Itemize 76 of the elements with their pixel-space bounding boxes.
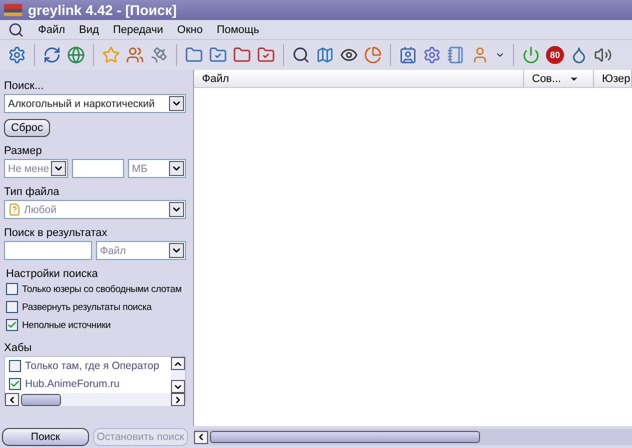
dropdown-button[interactable] [169,161,184,176]
folder-check-icon[interactable] [257,46,275,64]
gear-icon[interactable] [423,46,441,64]
satellite-icon[interactable] [150,46,168,64]
scroll-thumb[interactable] [21,394,61,406]
hubs-label: Хабы [4,342,33,354]
column-header[interactable]: Сов... [524,70,594,87]
limit-badge[interactable]: 80 [546,46,564,64]
menu-item[interactable]: Передачи [112,24,164,36]
globe-icon[interactable] [67,46,85,64]
refresh-icon[interactable] [43,46,61,64]
chevron-right-icon [173,394,183,404]
size-mode-combo[interactable]: Не мене [4,159,68,178]
search-icon[interactable] [292,46,310,64]
scroll-up-button[interactable] [171,357,185,370]
check-icon [10,379,20,389]
search-icon[interactable] [8,22,24,38]
checkbox-label: Неполные источники [22,320,111,330]
results-search-label: Поиск в результатах [4,227,108,239]
search-combo[interactable]: Алкогольный и наркотический [4,94,186,113]
menu-item[interactable]: Окно [177,24,203,36]
eye-icon[interactable] [340,46,358,64]
scroll-right-button[interactable] [171,393,185,406]
checkbox[interactable] [6,301,18,313]
scroll-thumb[interactable] [210,431,480,443]
droplet-icon[interactable] [570,46,588,64]
chevron-left-icon [7,394,17,404]
speaker-icon[interactable] [594,46,612,64]
app-logo-icon [4,4,22,16]
size-input-field[interactable] [72,159,124,178]
checkbox[interactable] [9,360,21,372]
menu-item[interactable]: Файл [38,24,66,36]
check-icon [7,320,17,330]
checkbox-label: Развернуть результаты поиска [22,302,152,312]
contact-card-icon[interactable] [399,46,417,64]
star-icon[interactable] [102,46,120,64]
options-label: Настройки поиска [6,268,99,280]
notebook-icon[interactable] [447,46,465,64]
folder-check-icon[interactable] [209,46,227,64]
checkbox[interactable] [6,283,18,295]
reset-button[interactable]: Сброс [4,119,50,137]
dropdown-button[interactable] [169,96,184,111]
size-unit-combo[interactable]: МБ [128,159,186,178]
file-type-label: Тип файла [4,186,60,198]
search-label: Поиск... [4,80,45,92]
map-icon[interactable] [316,46,334,64]
size-label: Размер [4,145,43,157]
scroll-down-button[interactable] [171,380,185,393]
field-combo[interactable]: Файл [96,241,186,260]
scroll-left-button[interactable] [5,393,19,406]
checkbox-label: Только юзеры со свободными слотам [22,284,182,294]
users-icon[interactable] [126,46,144,64]
file-question-icon [8,203,21,216]
menu-item[interactable]: Помощь [216,24,260,36]
checkbox[interactable] [9,378,21,390]
results-search-field[interactable] [4,241,92,260]
power-icon[interactable] [522,46,540,64]
dropdown-button[interactable] [50,161,66,176]
gear-icon[interactable] [8,46,26,64]
column-header[interactable]: Файл [194,70,524,87]
folder-icon[interactable] [185,46,203,64]
scroll-left-button[interactable] [194,430,208,444]
hub-item[interactable]: Hub.AnimeForum.ru [25,378,120,390]
file-type-combo[interactable]: Любой [4,200,186,219]
pie-chart-icon[interactable] [364,46,382,64]
chevron-left-icon [196,432,206,442]
horizontal-scrollbar[interactable] [194,429,632,445]
column-header[interactable]: Юзер [594,70,632,87]
window-title: greylink 4.42 - [Поиск] [28,2,177,18]
folder-icon[interactable] [233,46,251,64]
menu-item[interactable]: Вид [79,24,99,36]
dropdown-button[interactable] [169,243,184,258]
search-button[interactable]: Поиск [2,428,89,446]
hub-item[interactable]: Только там, где я Оператор [25,360,160,372]
checkbox[interactable] [6,319,18,331]
dropdown-button[interactable] [169,202,184,217]
